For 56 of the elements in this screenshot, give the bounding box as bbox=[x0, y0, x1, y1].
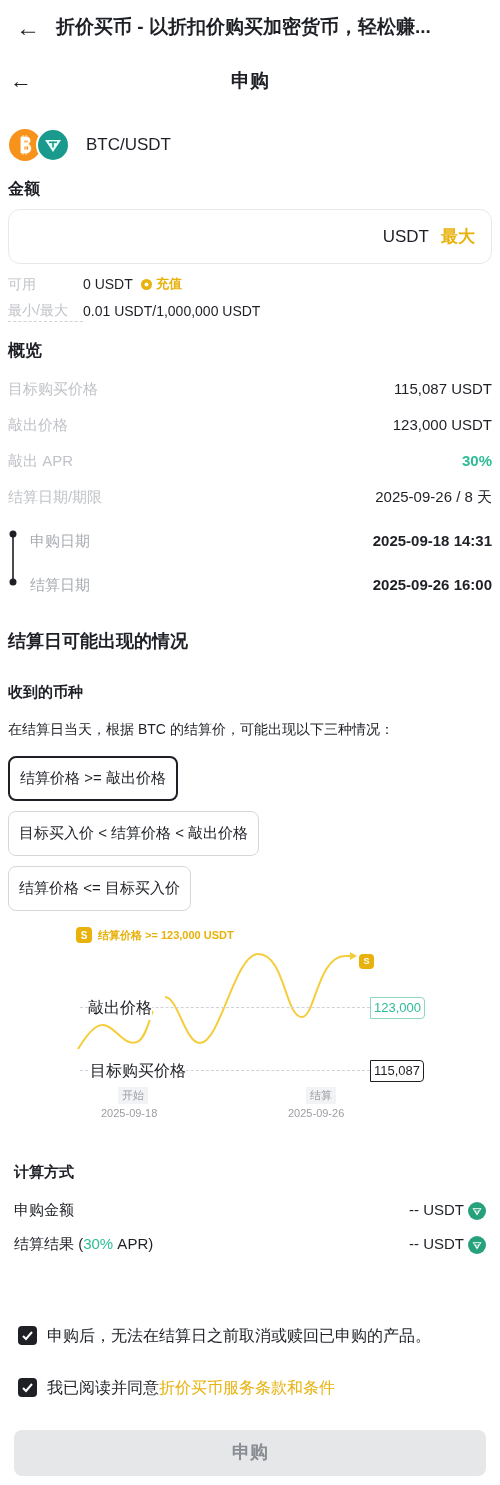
agreement-checkbox[interactable] bbox=[18, 1378, 37, 1397]
amount-label: 金额 bbox=[7, 179, 41, 199]
limits-value: 0.01 USDT/1,000,000 USDT bbox=[83, 301, 261, 321]
calculation-value: -- USDT bbox=[409, 1200, 464, 1221]
pair-name: BTC/USDT bbox=[86, 134, 171, 157]
scenario-option[interactable]: 目标买入价 < 结算价格 < 敲出价格 bbox=[8, 811, 260, 856]
overview-value: 115,087 USDT bbox=[393, 379, 492, 400]
legend-badge-icon: S bbox=[76, 927, 92, 943]
coin-icon bbox=[140, 278, 152, 290]
timeline-label: 结算日期 bbox=[30, 575, 90, 596]
start-label: 开始 bbox=[118, 1087, 148, 1104]
start-date: 2025-09-18 bbox=[101, 1106, 158, 1121]
scenario-option[interactable]: 结算价格 >= 敲出价格 bbox=[8, 756, 178, 801]
overview-value: 123,000 USDT bbox=[392, 415, 492, 436]
target-value-tag: 115,087 bbox=[370, 1060, 425, 1082]
check-icon bbox=[21, 1381, 34, 1394]
available-value: 0 USDT bbox=[83, 274, 133, 294]
section-title: 计算方式 bbox=[12, 1162, 75, 1182]
overview-label: 敲出价格 bbox=[8, 415, 68, 436]
amount-field[interactable]: USDT 最大 bbox=[8, 209, 492, 264]
agreement-text: 申购后，无法在结算日之前取消或赎回已申购的产品。 bbox=[47, 1325, 431, 1346]
calculation-label: 申购金额 bbox=[14, 1200, 74, 1221]
end-label: 结算 bbox=[306, 1087, 336, 1104]
knock-out-label: 敲出价格 bbox=[88, 996, 152, 1020]
overview-label: 结算日期/期限 bbox=[8, 487, 103, 508]
overview-label: 目标购买价格 bbox=[8, 379, 98, 400]
end-date: 2025-09-26 bbox=[288, 1106, 345, 1121]
check-icon bbox=[21, 1329, 34, 1342]
timeline-icon bbox=[8, 529, 18, 586]
overview-label: 敲出 APR bbox=[8, 451, 73, 472]
limits-label: 最小/最大 bbox=[8, 300, 83, 322]
section-title: 结算日可能出现的情况 bbox=[6, 629, 189, 653]
knock-out-value-tag: 123,000 bbox=[370, 997, 425, 1019]
tether-icon bbox=[468, 1201, 486, 1220]
description-text: 在结算日当天，根据 BTC 的结算价，可能出现以下三种情况： bbox=[7, 720, 395, 739]
calculation-label: 结算结果 (30% APR) bbox=[14, 1234, 154, 1255]
legend-text: 结算价格 >= 123,000 USDT bbox=[98, 928, 234, 943]
screen-title: 申购 bbox=[231, 68, 269, 93]
agreement-checkbox[interactable] bbox=[18, 1326, 37, 1345]
available-label: 可用 bbox=[8, 274, 37, 294]
currency-unit: USDT bbox=[382, 225, 429, 248]
back-button[interactable]: ← bbox=[16, 15, 40, 40]
page-title: 折价买币 - 以折扣价购买加密货币，轻松赚... bbox=[56, 15, 431, 40]
tether-icon bbox=[468, 1235, 486, 1254]
timeline-label: 申购日期 bbox=[30, 531, 90, 552]
subsection-title: 收到的币种 bbox=[7, 681, 84, 702]
timeline-value: 2025-09-26 16:00 bbox=[372, 575, 492, 596]
section-title: 概览 bbox=[7, 340, 43, 362]
timeline-value: 2025-09-18 14:31 bbox=[372, 531, 492, 552]
back-button[interactable]: ← bbox=[10, 70, 32, 92]
overview-value: 2025-09-26 / 8 天 bbox=[375, 487, 492, 508]
agreement-text: 我已阅读并同意 bbox=[47, 1377, 159, 1398]
scenario-option[interactable]: 结算价格 <= 目标买入价 bbox=[8, 866, 191, 911]
settlement-badge: S bbox=[359, 954, 374, 969]
overview-value: 30% bbox=[461, 451, 492, 472]
calculation-value: -- USDT bbox=[409, 1234, 464, 1255]
